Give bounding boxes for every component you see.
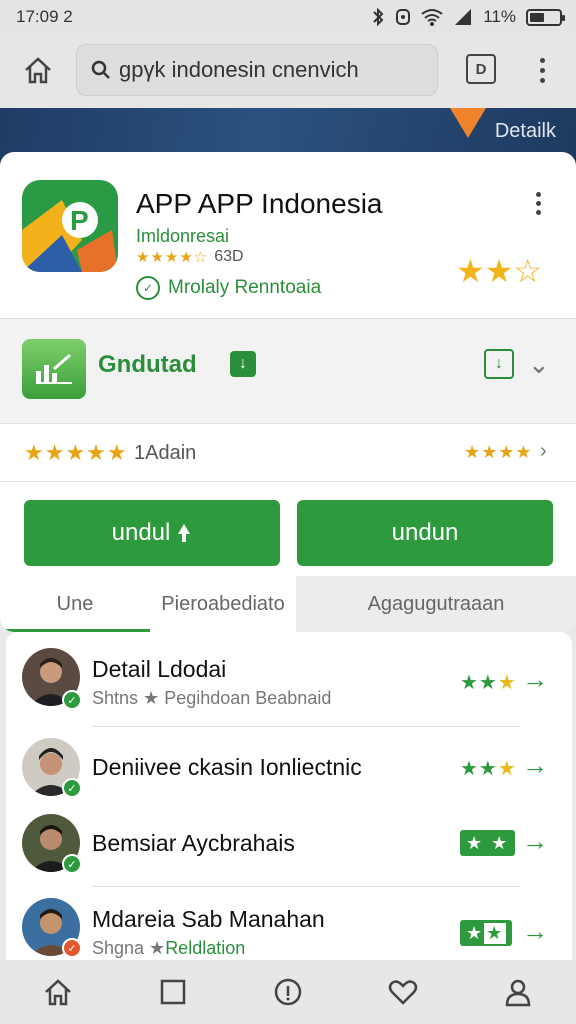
list-item[interactable]: ✓ Bemsiar Aycbrahais ★ ★ →: [6, 806, 572, 886]
app-rating-text: 63D: [214, 248, 244, 265]
cursor-icon: [178, 524, 191, 542]
verified-row: ✓ Mrolaly Renntoaia: [136, 276, 321, 300]
home-icon: [25, 57, 51, 84]
tab-switcher-icon: D: [475, 60, 487, 78]
rating-stars-left: ★★★★★: [24, 440, 128, 465]
item-subtitle: Shgna ★Reldlation: [92, 938, 246, 958]
item-rating-stars: ★★★: [460, 672, 517, 694]
item-rating-box: ★ ★: [460, 920, 513, 946]
download-button-secondary-label: undun: [391, 519, 459, 546]
status-time: 17:09 2: [16, 7, 73, 26]
list-item[interactable]: ✓ Detail Ldodai Shtns ★ Pegihdoan Beabna…: [6, 632, 572, 726]
bluetooth-icon: [373, 8, 384, 26]
nav-info[interactable]: [268, 972, 308, 1012]
item-title: Mdareia Sab Manahan: [92, 906, 325, 932]
status-bar: 17:09 2 11%: [0, 0, 576, 34]
app-developer[interactable]: Imldonresai: [136, 226, 229, 247]
divider: [92, 886, 520, 887]
review-list: ✓ Detail Ldodai Shtns ★ Pegihdoan Beabna…: [6, 632, 572, 960]
rating-stars-right: ★★★★: [464, 442, 533, 462]
chevron-down-icon[interactable]: ⌄: [528, 349, 550, 380]
arrow-right-icon[interactable]: →: [522, 826, 548, 857]
search-icon: [91, 60, 110, 79]
heart-icon: [388, 980, 418, 1005]
chevron-right-icon[interactable]: ›: [540, 440, 547, 463]
section-label: Gndutad: [98, 351, 197, 378]
rating-row[interactable]: ★★★★★ 1Adain ★★★★ ›: [0, 424, 576, 482]
download-badge-icon: ↓: [230, 351, 256, 377]
badge-icon: ✓: [62, 938, 82, 958]
download-button-primary[interactable]: undul: [24, 500, 280, 566]
app-detail-card: P APP APP Indonesia Imldonresai ★★★★☆ 63…: [0, 152, 576, 632]
battery-icon: [526, 8, 565, 26]
arrow-right-icon[interactable]: →: [522, 664, 548, 695]
tab-switcher-button[interactable]: D: [466, 54, 496, 84]
download-button-secondary[interactable]: undun: [297, 500, 553, 566]
wifi-icon: [421, 9, 443, 26]
nav-profile[interactable]: [498, 972, 538, 1012]
banner-label[interactable]: Detailk: [495, 120, 556, 143]
app-small-stars: ★★★★☆: [136, 249, 209, 266]
tab-bar: Une Pieroabediato Agagugutraaan: [0, 576, 576, 632]
list-item[interactable]: ✓ Mdareia Sab Manahan Shgna ★Reldlation …: [6, 888, 572, 960]
download-box-icon[interactable]: ↓: [484, 349, 514, 379]
download-button-label: undul: [111, 519, 171, 546]
item-title: Deniivee ckasin Ionliectnic: [92, 754, 362, 780]
svg-text:P: P: [70, 205, 89, 236]
square-icon: [160, 979, 186, 1005]
info-icon: [274, 978, 302, 1006]
home-button[interactable]: [20, 52, 56, 88]
nav-favorites[interactable]: [383, 972, 423, 1012]
tab-reviews[interactable]: Pieroabediato: [150, 576, 296, 632]
verified-check-icon: ✓: [62, 854, 82, 874]
search-bar[interactable]: [76, 44, 438, 96]
nav-apps[interactable]: [153, 972, 193, 1012]
item-rating-box: ★ ★: [460, 830, 516, 856]
rating-count: 1Adain: [134, 442, 197, 464]
profile-icon: [506, 979, 531, 1007]
status-icons: 11%: [371, 7, 565, 27]
verified-check-icon: ✓: [62, 778, 82, 798]
app-logo-icon: P: [22, 180, 118, 272]
card-overflow-button[interactable]: [536, 192, 541, 215]
verified-check-icon: ✓: [62, 690, 82, 710]
signal-icon: [455, 9, 472, 25]
tab-details[interactable]: Agagugutraaan: [296, 576, 576, 632]
nfc-icon: [396, 9, 411, 25]
divider: [92, 726, 520, 727]
chart-icon: [22, 339, 86, 399]
tab-overview[interactable]: Une: [0, 576, 150, 632]
battery-level: [530, 12, 544, 22]
item-title: Bemsiar Aycbrahais: [92, 830, 295, 856]
item-rating-stars: ★★★: [460, 758, 517, 780]
item-subtitle: Shtns ★ Pegihdoan Beabnaid: [92, 688, 332, 708]
battery-percent: 11%: [483, 7, 516, 26]
app-rating-row: ★★★★☆ 63D: [136, 248, 244, 266]
app-title: APP APP Indonesia: [136, 188, 383, 219]
verified-icon: ✓: [136, 276, 160, 300]
arrow-right-icon[interactable]: →: [522, 916, 548, 947]
download-section-row[interactable]: Gndutad ↓ ↓ ⌄: [0, 318, 576, 424]
verified-label: Mrolaly Renntoaia: [168, 277, 322, 298]
item-title: Detail Ldodai: [92, 656, 227, 682]
list-item[interactable]: ✓ Deniivee ckasin Ionliectnic ★★★ →: [6, 728, 572, 806]
search-input[interactable]: [119, 57, 419, 83]
nav-home[interactable]: [38, 972, 78, 1012]
overflow-menu-button[interactable]: [530, 52, 554, 88]
browser-top-bar: D: [0, 34, 576, 108]
bottom-navigation: [0, 960, 576, 1024]
home-icon: [44, 979, 71, 1006]
big-rating-stars: ★★☆: [456, 253, 543, 289]
banner-decoration: [450, 108, 486, 138]
arrow-right-icon[interactable]: →: [522, 750, 548, 781]
